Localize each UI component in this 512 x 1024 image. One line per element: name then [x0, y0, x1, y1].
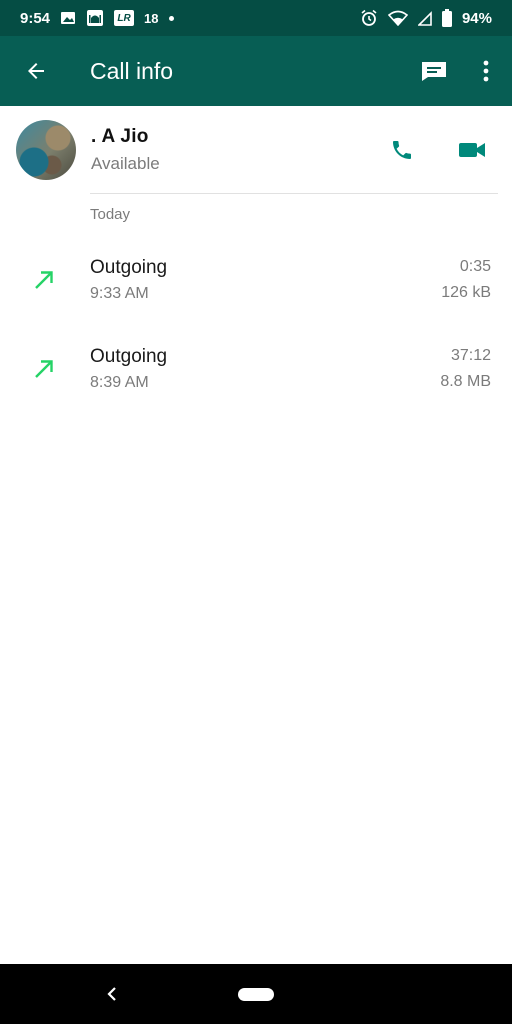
call-type: Outgoing	[90, 257, 168, 278]
call-meta: 0:35 126 kB	[441, 258, 491, 302]
call-details: Outgoing 8:39 AM	[90, 346, 440, 392]
nav-home-pill[interactable]	[238, 988, 274, 1001]
call-duration: 37:12	[450, 347, 491, 364]
notification-count: 18	[144, 10, 159, 26]
nav-back-button[interactable]	[100, 982, 124, 1006]
contact-actions	[376, 124, 498, 176]
call-direction	[0, 269, 90, 291]
call-time: 8:39 AM	[90, 374, 149, 391]
alarm-icon	[360, 9, 378, 27]
status-bar-left: 9:54 LR 18	[20, 9, 174, 27]
arrow-left-icon	[28, 63, 44, 79]
more-notifications-dot-icon	[168, 15, 174, 21]
call-type: Outgoing	[90, 346, 168, 367]
chevron-left-icon	[107, 987, 116, 1001]
video-call-button[interactable]	[446, 124, 498, 176]
contact-status: Available	[91, 154, 160, 173]
call-info-screen: 9:54 LR 18 94% Call info . A Jio Availab…	[0, 0, 512, 1024]
call-time: 9:33 AM	[90, 285, 149, 302]
call-log-item[interactable]: Outgoing 9:33 AM 0:35 126 kB	[0, 245, 512, 315]
mosque-icon	[86, 9, 104, 27]
system-navigation-bar	[0, 964, 512, 1024]
battery-icon	[441, 9, 452, 27]
app-bar: Call info	[0, 36, 512, 106]
call-duration: 0:35	[459, 258, 491, 275]
contact-info: . A Jio Available	[91, 126, 376, 174]
more-vert-icon	[483, 60, 489, 82]
divider	[90, 193, 498, 194]
video-camera-icon	[459, 143, 485, 157]
battery-percent: 94%	[461, 9, 492, 27]
outgoing-call-arrow-icon	[35, 360, 53, 378]
status-time: 9:54	[20, 9, 51, 27]
status-bar: 9:54 LR 18 94%	[0, 0, 512, 36]
app-bar-actions	[408, 36, 512, 106]
status-bar-right: 94%	[360, 9, 492, 27]
image-icon	[60, 9, 76, 27]
signal-icon	[417, 9, 432, 27]
contact-row[interactable]: . A Jio Available	[0, 106, 512, 194]
call-data-size: 8.8 MB	[440, 373, 491, 390]
wifi-icon	[387, 9, 408, 27]
avatar[interactable]	[16, 120, 76, 180]
back-button[interactable]	[0, 36, 72, 106]
call-direction	[0, 358, 90, 380]
call-details: Outgoing 9:33 AM	[90, 257, 441, 303]
voice-call-button[interactable]	[376, 124, 428, 176]
call-meta: 37:12 8.8 MB	[440, 347, 491, 391]
page-title: Call info	[90, 57, 174, 84]
message-icon	[422, 62, 446, 81]
call-data-size: 126 kB	[441, 284, 491, 301]
more-options-button[interactable]	[460, 36, 512, 106]
lightroom-icon: LR	[114, 10, 135, 26]
call-log-item[interactable]: Outgoing 8:39 AM 37:12 8.8 MB	[0, 334, 512, 404]
message-button[interactable]	[408, 36, 460, 106]
contact-name: . A Jio	[91, 126, 149, 147]
phone-icon	[393, 141, 411, 159]
section-label-today: Today	[90, 206, 131, 223]
outgoing-call-arrow-icon	[35, 271, 53, 289]
